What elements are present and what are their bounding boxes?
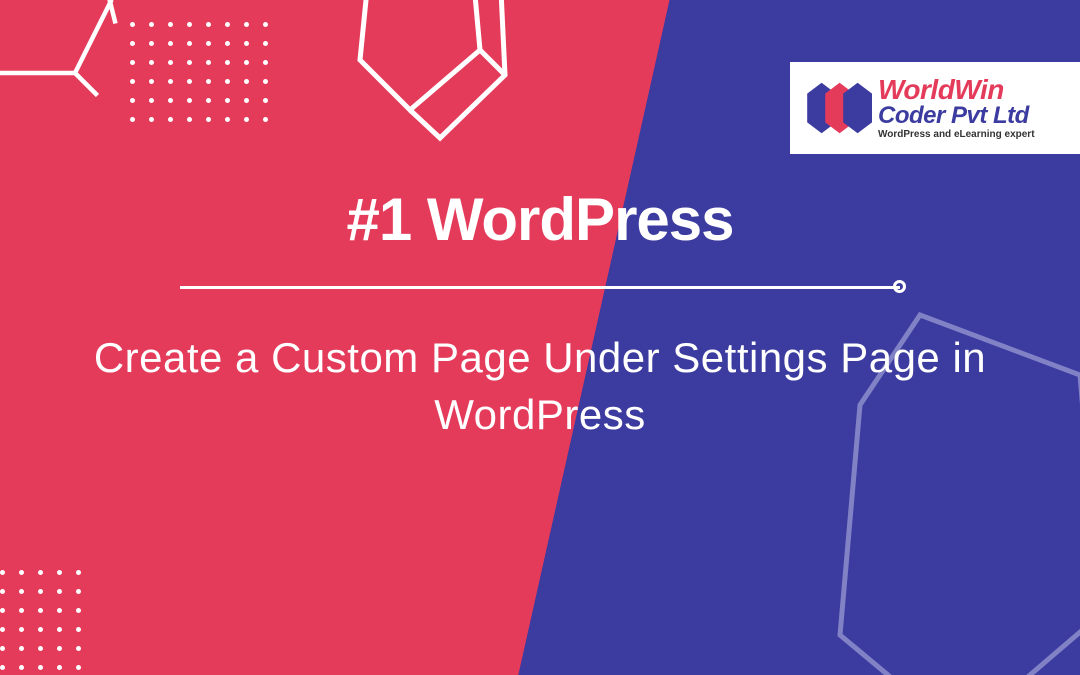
decorative-dot [57,589,62,594]
logo-mark-icon [800,78,872,138]
decorative-dot [263,41,268,46]
decorative-dot [206,41,211,46]
decorative-dot [168,117,173,122]
decorative-dot [130,79,135,84]
decorative-dot [225,22,230,27]
decorative-dot [187,22,192,27]
decorative-dot [149,98,154,103]
decorative-dot [168,98,173,103]
decorative-dot [38,665,43,670]
decorative-dot [149,79,154,84]
decorative-dot [57,608,62,613]
divider-line [180,286,900,289]
decorative-dot [130,41,135,46]
logo-tagline: WordPress and eLearning expert [878,130,1035,140]
decorative-dot [168,60,173,65]
decorative-dot [76,608,81,613]
decorative-dot [244,79,249,84]
decorative-dot [225,117,230,122]
decorative-dot [225,60,230,65]
decorative-dot [263,117,268,122]
decorative-dot [19,646,24,651]
decorative-dot [0,665,5,670]
decorative-dot [168,41,173,46]
decorative-dot [76,646,81,651]
decorative-dot [244,22,249,27]
company-logo-box: WorldWin Coder Pvt Ltd WordPress and eLe… [790,62,1080,154]
decorative-dot [130,60,135,65]
decorative-dot [130,22,135,27]
decorative-dot [263,79,268,84]
decorative-dot [0,589,5,594]
decorative-dot [19,589,24,594]
logo-text-block: WorldWin Coder Pvt Ltd WordPress and eLe… [878,76,1035,140]
decorative-dot [76,589,81,594]
decorative-dot [168,79,173,84]
decorative-dot [187,41,192,46]
banner-canvas: WorldWin Coder Pvt Ltd WordPress and eLe… [0,0,1080,675]
dot-grid-bottom [0,570,81,670]
decorative-dot [149,22,154,27]
decorative-dot [149,60,154,65]
logo-company-name-1: WorldWin [878,76,1035,104]
decorative-dot [38,608,43,613]
decorative-dot [19,570,24,575]
decorative-dot [187,98,192,103]
decorative-dot [187,60,192,65]
hexagon-outline-top-mid [350,0,510,180]
decorative-dot [76,627,81,632]
decorative-dot [38,589,43,594]
decorative-dot [187,79,192,84]
decorative-dot [263,98,268,103]
decorative-dot [76,570,81,575]
decorative-dot [38,627,43,632]
subtitle-text: Create a Custom Page Under Settings Page… [90,330,990,443]
decorative-dot [57,646,62,651]
decorative-dot [263,60,268,65]
decorative-dot [19,608,24,613]
decorative-dot [130,117,135,122]
decorative-dot [19,665,24,670]
main-heading: #1 WordPress [90,185,990,254]
decorative-dot [0,646,5,651]
decorative-dot [225,41,230,46]
decorative-dot [206,60,211,65]
decorative-dot [19,627,24,632]
decorative-dot [187,117,192,122]
divider-end-dot-icon [893,280,906,293]
decorative-dot [57,570,62,575]
dot-grid-top [130,22,268,122]
decorative-dot [57,665,62,670]
hexagon-outline-top-left [0,0,120,100]
decorative-dot [244,117,249,122]
logo-company-name-2: Coder Pvt Ltd [878,104,1035,128]
decorative-dot [168,22,173,27]
decorative-dot [244,60,249,65]
decorative-dot [244,41,249,46]
decorative-dot [263,22,268,27]
decorative-dot [206,117,211,122]
decorative-dot [130,98,135,103]
decorative-dot [38,646,43,651]
decorative-dot [149,117,154,122]
decorative-dot [57,627,62,632]
decorative-dot [0,627,5,632]
decorative-dot [206,79,211,84]
divider [180,282,900,292]
decorative-dot [149,41,154,46]
decorative-dot [206,22,211,27]
decorative-dot [244,98,249,103]
main-content: #1 WordPress Create a Custom Page Under … [0,185,1080,443]
decorative-dot [38,570,43,575]
decorative-dot [76,665,81,670]
decorative-dot [206,98,211,103]
decorative-dot [0,570,5,575]
decorative-dot [0,608,5,613]
decorative-dot [225,79,230,84]
decorative-dot [225,98,230,103]
